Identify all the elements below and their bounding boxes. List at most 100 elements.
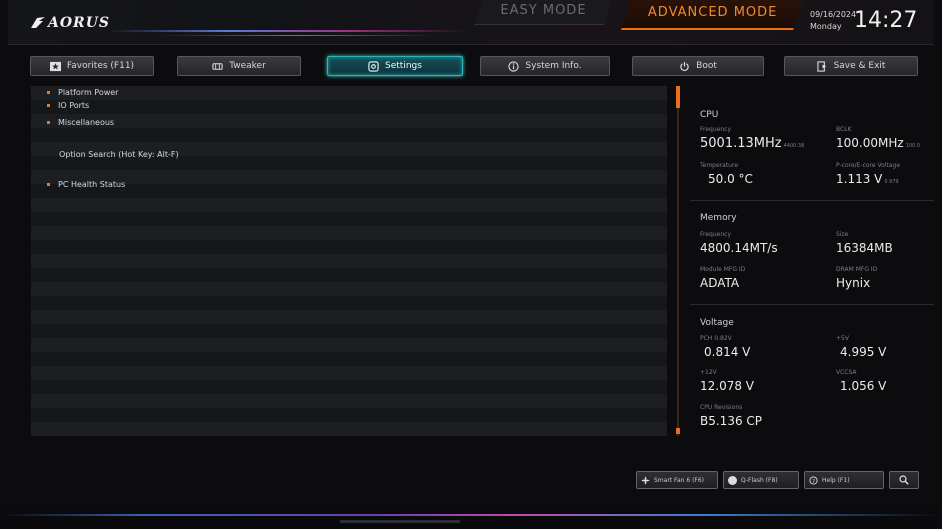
tab-favorites[interactable]: Favorites (F11) bbox=[30, 56, 154, 76]
easy-mode-button[interactable]: EASY MODE bbox=[473, 0, 613, 25]
pch-voltage-label: PCH 0.82V bbox=[700, 335, 732, 342]
list-row-stripe bbox=[31, 198, 667, 212]
dram-mfg-label: DRAM MFG ID bbox=[836, 266, 878, 273]
menu-item-label: PC Health Status bbox=[58, 180, 126, 189]
menu-item-pc-health-status[interactable]: PC Health Status bbox=[47, 180, 125, 189]
advanced-mode-label: ADVANCED MODE bbox=[647, 5, 778, 20]
search-button[interactable] bbox=[889, 471, 919, 489]
tab-boot-label: Boot bbox=[696, 61, 717, 71]
list-row-stripe bbox=[31, 184, 667, 198]
menu-item-platform-power[interactable]: Platform Power bbox=[47, 88, 118, 97]
logo-text: AORUS bbox=[48, 15, 111, 31]
tab-settings-label: Settings bbox=[385, 61, 422, 71]
svg-text:?: ? bbox=[812, 478, 815, 484]
star-icon bbox=[49, 61, 61, 71]
list-row-stripe bbox=[31, 268, 667, 282]
tab-save-exit[interactable]: Save & Exit bbox=[784, 56, 918, 76]
memory-frequency-value: 4800.14MT/s bbox=[700, 241, 778, 255]
list-row-stripe bbox=[31, 226, 667, 240]
bclk-value: 100.00MHz 100.0 bbox=[836, 136, 920, 150]
cpu-temperature-value: 50.0 °C bbox=[708, 172, 753, 186]
cpu-revision-label: CPU Revisions bbox=[700, 404, 743, 411]
footer-accent bbox=[340, 520, 460, 523]
tab-boot[interactable]: Boot bbox=[632, 56, 764, 76]
tab-save-exit-label: Save & Exit bbox=[833, 61, 886, 71]
list-row-stripe bbox=[31, 310, 667, 324]
scrollbar-end bbox=[676, 428, 680, 434]
list-row-stripe bbox=[31, 324, 667, 338]
memory-section-title: Memory bbox=[700, 213, 737, 223]
vccsa-value: 1.056 V bbox=[840, 379, 887, 393]
help-label: Help (F1) bbox=[822, 476, 850, 484]
vccsa-label: VCCSA bbox=[836, 369, 857, 376]
cpu-section-title: CPU bbox=[700, 110, 719, 120]
memory-size-value: 16384MB bbox=[836, 241, 893, 255]
memory-size-label: Size bbox=[836, 231, 849, 238]
tab-tweaker[interactable]: Tweaker bbox=[177, 56, 301, 76]
q-flash-button[interactable]: Q-Flash (F8) bbox=[723, 471, 799, 489]
list-row-stripe bbox=[31, 366, 667, 380]
core-voltage-value: 1.113 V 0.979 bbox=[836, 172, 899, 186]
pch-voltage-value: 0.814 V bbox=[704, 345, 751, 359]
list-row-stripe bbox=[31, 240, 667, 254]
menu-item-option-search[interactable]: Option Search (Hot Key: Alt-F) bbox=[59, 150, 179, 159]
memory-frequency-label: Frequency bbox=[700, 231, 731, 238]
v12-label: +12V bbox=[700, 369, 717, 376]
section-divider bbox=[690, 200, 934, 201]
menu-item-io-ports[interactable]: IO Ports bbox=[47, 101, 89, 110]
list-row-stripe bbox=[31, 338, 667, 352]
tab-system-info[interactable]: System Info. bbox=[480, 56, 610, 76]
v5-value: 4.995 V bbox=[840, 345, 887, 359]
tab-system-info-label: System Info. bbox=[525, 61, 582, 71]
gear-icon bbox=[368, 60, 379, 72]
menu-item-label: Platform Power bbox=[58, 88, 119, 97]
bullet-icon bbox=[47, 121, 50, 124]
q-flash-label: Q-Flash (F8) bbox=[741, 476, 778, 484]
cpu-frequency-label: Frequency bbox=[700, 126, 731, 133]
list-row-stripe bbox=[31, 380, 667, 394]
list-row-stripe bbox=[31, 282, 667, 296]
settings-list-panel: Platform Power IO Ports Miscellaneous Op… bbox=[31, 86, 667, 436]
main-tabs: Favorites (F11) Tweaker Settings System … bbox=[30, 56, 920, 78]
list-row-stripe bbox=[31, 254, 667, 268]
list-row-stripe bbox=[31, 100, 667, 114]
bios-screen: AORUS EASY MODE ADVANCED MODE 09/16/2024… bbox=[0, 0, 942, 529]
system-info-panel: CPU Frequency 5001.13MHz 4400.38 BCLK 100… bbox=[690, 86, 934, 436]
tab-settings[interactable]: Settings bbox=[327, 56, 463, 76]
day-text: Monday bbox=[810, 22, 842, 31]
core-voltage-label: P-core/E-core Voltage bbox=[836, 162, 901, 169]
cpu-revision-value: B5.136 CP bbox=[700, 414, 763, 428]
easy-mode-label: EASY MODE bbox=[500, 3, 587, 18]
search-icon bbox=[899, 475, 909, 485]
cpu-frequency-value: 5001.13MHz 4400.38 bbox=[700, 136, 805, 151]
info-icon bbox=[508, 60, 520, 72]
exit-icon bbox=[816, 60, 826, 72]
advanced-mode-button[interactable]: ADVANCED MODE bbox=[621, 0, 803, 30]
list-row-stripe bbox=[31, 114, 667, 128]
list-row-stripe bbox=[31, 212, 667, 226]
scrollbar-thumb[interactable] bbox=[676, 86, 680, 108]
menu-item-label: IO Ports bbox=[58, 101, 90, 110]
header-bar: AORUS EASY MODE ADVANCED MODE 09/16/2024… bbox=[8, 0, 934, 45]
list-row-stripe bbox=[31, 86, 667, 100]
scrollbar-track[interactable] bbox=[677, 86, 679, 436]
voltage-section-title: Voltage bbox=[700, 318, 734, 328]
header-decoration bbox=[108, 30, 468, 32]
dram-mfg-value: Hynix bbox=[836, 276, 871, 290]
smart-fan-button[interactable]: Smart Fan 6 (F6) bbox=[636, 471, 718, 489]
time-text: 14:27 bbox=[854, 8, 918, 33]
module-mfg-value: ADATA bbox=[700, 276, 740, 290]
list-row-stripe bbox=[31, 170, 667, 184]
footer-decoration bbox=[0, 514, 942, 516]
menu-item-miscellaneous[interactable]: Miscellaneous bbox=[47, 118, 114, 127]
bullet-icon bbox=[47, 183, 50, 186]
v5-label: +5V bbox=[836, 335, 849, 342]
tweaker-icon bbox=[212, 62, 223, 70]
list-row-stripe bbox=[31, 128, 667, 142]
cpu-temperature-label: Temperature bbox=[700, 162, 739, 169]
list-row-stripe bbox=[31, 296, 667, 310]
help-button[interactable]: ? Help (F1) bbox=[804, 471, 884, 489]
list-row-stripe bbox=[31, 422, 667, 436]
v12-value: 12.078 V bbox=[700, 379, 755, 393]
menu-item-label: Option Search (Hot Key: Alt-F) bbox=[59, 150, 179, 159]
